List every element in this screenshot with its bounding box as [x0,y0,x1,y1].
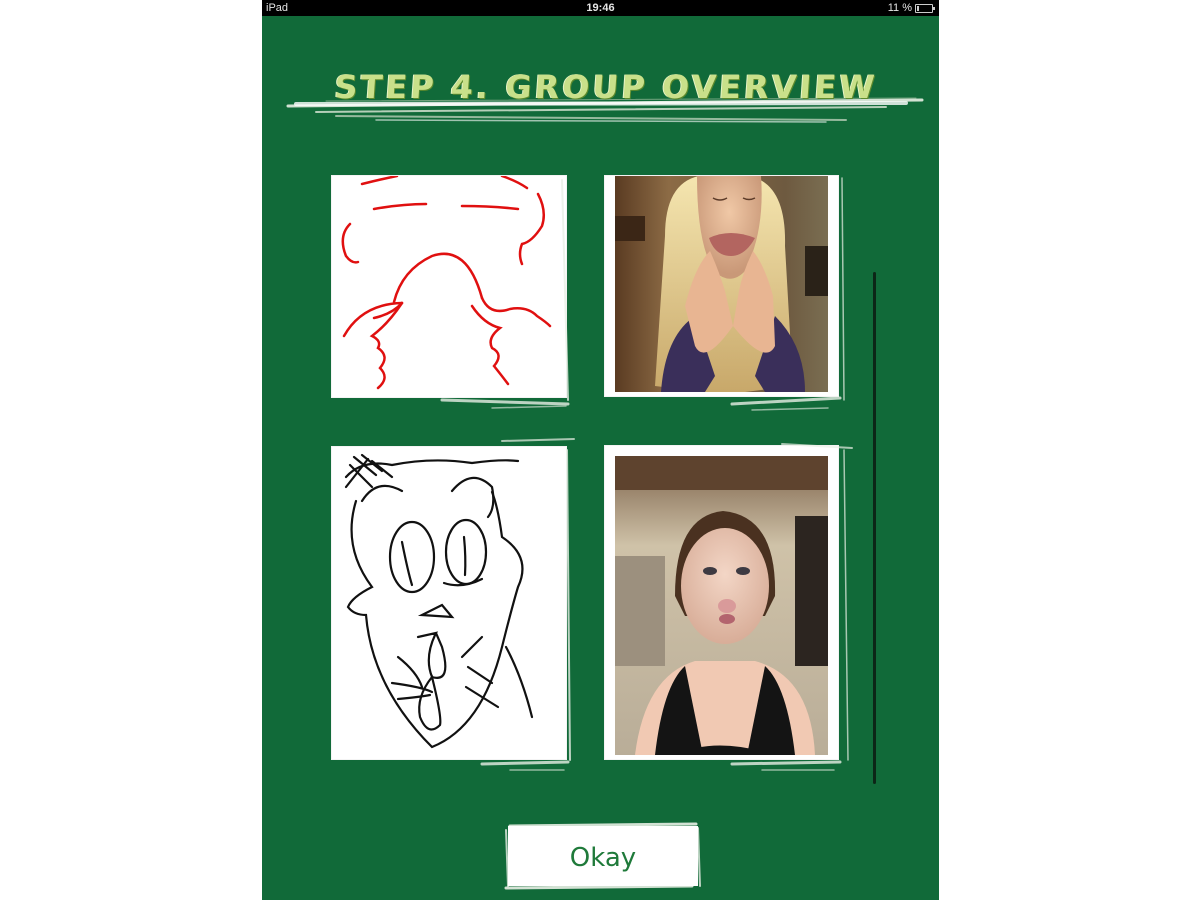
photo-image [615,176,828,392]
okay-button-label: Okay [569,843,637,873]
okay-button[interactable]: Okay [508,826,698,886]
clock: 19:46 [586,2,615,14]
battery-fill [917,5,919,11]
vertical-scrollbar[interactable] [873,272,876,784]
red-face-sketch [341,176,552,390]
battery-percent: 11 % [887,2,912,14]
tile-black-face-drawing[interactable] [332,447,566,759]
photo-image [615,456,828,755]
status-bar: iPad 19:46 11 % [262,0,939,16]
black-face-sketch [344,453,534,749]
tile-photo-woman-fingers-mouth[interactable] [605,176,838,396]
battery-indicator: 11 % [888,0,935,16]
tile-photo-woman-puckered-lips[interactable] [605,446,838,759]
app-screen: iPad 19:46 11 % STEP 4. GROUP OVERVIEW O… [262,0,939,900]
page-title: STEP 4. GROUP OVERVIEW [333,68,879,106]
battery-icon [915,3,935,13]
tile-red-face-drawing[interactable] [332,176,566,397]
photo-woman-puckered-lips [615,456,828,755]
photo-woman-fingers-mouth [615,176,828,392]
page-header: STEP 4. GROUP OVERVIEW [286,60,926,130]
